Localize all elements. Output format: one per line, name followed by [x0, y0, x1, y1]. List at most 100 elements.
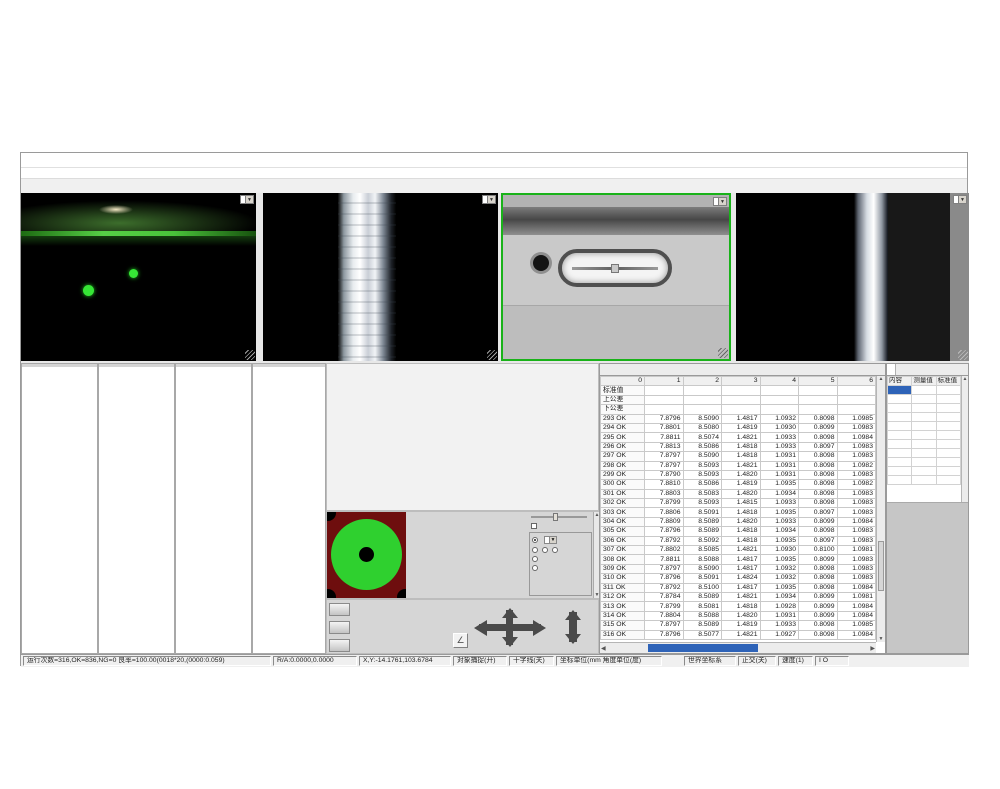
x-axis-icon [329, 603, 350, 616]
dro-panel: ∠ [326, 599, 599, 654]
element-row[interactable] [888, 431, 961, 440]
noise-level-select[interactable]: ▼ [544, 536, 557, 544]
element-row[interactable] [888, 449, 961, 458]
scale-combo[interactable]: ▼ [713, 197, 727, 206]
threshold-radio[interactable] [532, 556, 538, 562]
table-row-313[interactable]: 313 OK7.87998.50811.48181.09280.80991.09… [601, 602, 876, 611]
chevron-down-icon[interactable]: ▼ [718, 198, 726, 205]
element-row[interactable] [888, 422, 961, 431]
chevron-down-icon[interactable]: ▼ [549, 537, 556, 543]
scroll-left-icon[interactable]: ◀ [601, 645, 606, 652]
table-row-297[interactable]: 297 OK7.87978.50901.48181.09310.80981.09… [601, 452, 876, 461]
special-row[interactable]: 下公差 [601, 405, 876, 414]
results-hscrollbar[interactable]: ◀ ▶ [600, 642, 876, 653]
status-wcs[interactable]: 世界坐标系 [684, 656, 736, 666]
metal-edge [854, 193, 888, 361]
table-row-303[interactable]: 303 OK7.88068.50911.48181.09350.80971.09… [601, 508, 876, 517]
camera-view-3-selected[interactable]: ▼ [501, 193, 731, 361]
results-vscrollbar[interactable]: ▲ ▼ [876, 376, 885, 642]
workspace: ▼ ▲ ▼ [21, 363, 969, 654]
table-row-316[interactable]: 316 OK7.87968.50771.48211.09270.80981.09… [601, 630, 876, 639]
level-mid-radio[interactable] [542, 547, 548, 553]
special-row[interactable]: 标准值 [601, 386, 876, 395]
master-slider-thumb[interactable] [553, 513, 558, 521]
scroll-right-icon[interactable]: ▶ [870, 645, 875, 652]
table-row-307[interactable]: 307 OK7.88028.50851.48211.09300.81001.09… [601, 546, 876, 555]
level-weak-radio[interactable] [532, 547, 538, 553]
status-object-snap[interactable]: 对象捕捉(开) [453, 656, 507, 666]
camera-view-2[interactable]: ▼ [263, 193, 498, 361]
table-row-294[interactable]: 294 OK7.88018.50801.48191.09300.80991.09… [601, 423, 876, 432]
resize-grip-icon[interactable] [487, 350, 497, 360]
table-row-295[interactable]: 295 OK7.88118.50741.48211.09330.80981.09… [601, 433, 876, 442]
element-row[interactable] [888, 395, 961, 404]
table-row-309[interactable]: 309 OK7.87978.50901.48171.09320.80981.09… [601, 564, 876, 573]
element-row[interactable] [888, 440, 961, 449]
table-row-301[interactable]: 301 OK7.88038.50831.48201.09340.80981.09… [601, 489, 876, 498]
scroll-up-icon[interactable]: ▲ [877, 376, 885, 382]
table-row-314[interactable]: 314 OK7.88048.50881.48201.09310.80991.09… [601, 611, 876, 620]
table-row-304[interactable]: 304 OK7.88098.50891.48201.09330.80991.09… [601, 517, 876, 526]
table-row-298[interactable]: 298 OK7.87978.50931.48211.09310.80981.09… [601, 461, 876, 470]
table-row-300[interactable]: 300 OK7.88108.50861.48191.09350.80981.09… [601, 480, 876, 489]
table-row-306[interactable]: 306 OK7.87928.50921.48181.09350.80971.09… [601, 536, 876, 545]
element-row[interactable] [888, 386, 961, 395]
resize-grip-icon[interactable] [958, 350, 968, 360]
status-speed[interactable]: 速度(1) [778, 656, 813, 666]
jog-xy-vertical-icon[interactable] [506, 610, 513, 645]
element-row[interactable] [888, 413, 961, 422]
element-scrollbar[interactable]: ▲ [961, 376, 968, 502]
scroll-down-icon[interactable]: ▼ [877, 636, 885, 642]
hscroll-thumb[interactable] [648, 644, 758, 652]
col-header-2: 2 [683, 377, 722, 386]
laser-fade [21, 236, 256, 246]
table-row-293[interactable]: 293 OK7.87968.50901.48171.09320.80981.09… [601, 414, 876, 423]
table-row-296[interactable]: 296 OK7.88138.50861.48181.09330.80971.09… [601, 442, 876, 451]
col-header-0: 0 [601, 377, 645, 386]
camera-view-1[interactable]: ▼ [21, 193, 256, 361]
status-units[interactable]: 坐标单位(mm 角度单位(度) [556, 656, 662, 666]
element-row[interactable] [888, 404, 961, 413]
default-mode-checkbox[interactable] [531, 523, 537, 529]
chevron-down-icon[interactable]: ▼ [245, 196, 253, 203]
table-row-315[interactable]: 315 OK7.87978.50891.48191.09330.80981.09… [601, 621, 876, 630]
element-row[interactable] [888, 458, 961, 467]
element-row[interactable] [888, 467, 961, 476]
status-ra-readout: R/A:0.0000,0.0000 [273, 656, 357, 666]
processing-mode-group: ▼ [529, 532, 592, 596]
scale-combo[interactable]: ▼ [482, 195, 496, 204]
status-crosshair[interactable]: 十字线(关) [509, 656, 554, 666]
status-ortho[interactable]: 正交(关) [738, 656, 776, 666]
table-row-305[interactable]: 305 OK7.87968.50891.48181.09340.80981.09… [601, 527, 876, 536]
master-slider[interactable] [531, 516, 587, 518]
chevron-down-icon[interactable]: ▼ [958, 196, 966, 203]
status-io[interactable]: I O [815, 656, 849, 666]
ring-light-preview[interactable] [327, 512, 406, 598]
special-row[interactable]: 上公差 [601, 395, 876, 404]
table-row-308[interactable]: 308 OK7.88118.50881.48171.09350.80991.09… [601, 555, 876, 564]
title-bar [21, 153, 967, 168]
metal-streaks [338, 193, 396, 361]
table-row-299[interactable]: 299 OK7.87908.50931.48201.09310.80981.09… [601, 470, 876, 479]
table-row-310[interactable]: 310 OK7.87968.50911.48241.09320.80981.09… [601, 574, 876, 583]
level-strong-radio[interactable] [552, 547, 558, 553]
element-row[interactable] [888, 476, 961, 485]
camera-view-4[interactable]: ▼ [736, 193, 969, 361]
feature-list-4 [252, 363, 326, 654]
col-header-3: 3 [722, 377, 761, 386]
resize-grip-icon[interactable] [245, 350, 255, 360]
chevron-down-icon[interactable]: ▼ [487, 196, 495, 203]
scale-combo[interactable]: ▼ [240, 195, 254, 204]
angle-jog-button[interactable]: ∠ [453, 633, 468, 648]
col-header-1: 1 [645, 377, 684, 386]
table-row-311[interactable]: 311 OK7.87928.51001.48171.09350.80981.09… [601, 583, 876, 592]
scale-combo[interactable]: ▼ [953, 195, 967, 204]
edge-contour-radio[interactable] [532, 565, 538, 571]
table-row-312[interactable]: 312 OK7.87848.50891.48211.09340.80991.09… [601, 592, 876, 601]
table-row-302[interactable]: 302 OK7.87998.50931.48151.09330.80981.09… [601, 499, 876, 508]
tab-element[interactable] [887, 364, 896, 375]
jog-z-icon[interactable] [569, 612, 577, 642]
noise-radio[interactable] [532, 537, 538, 543]
resize-grip-icon[interactable] [718, 348, 728, 358]
slot-feature [558, 249, 672, 287]
